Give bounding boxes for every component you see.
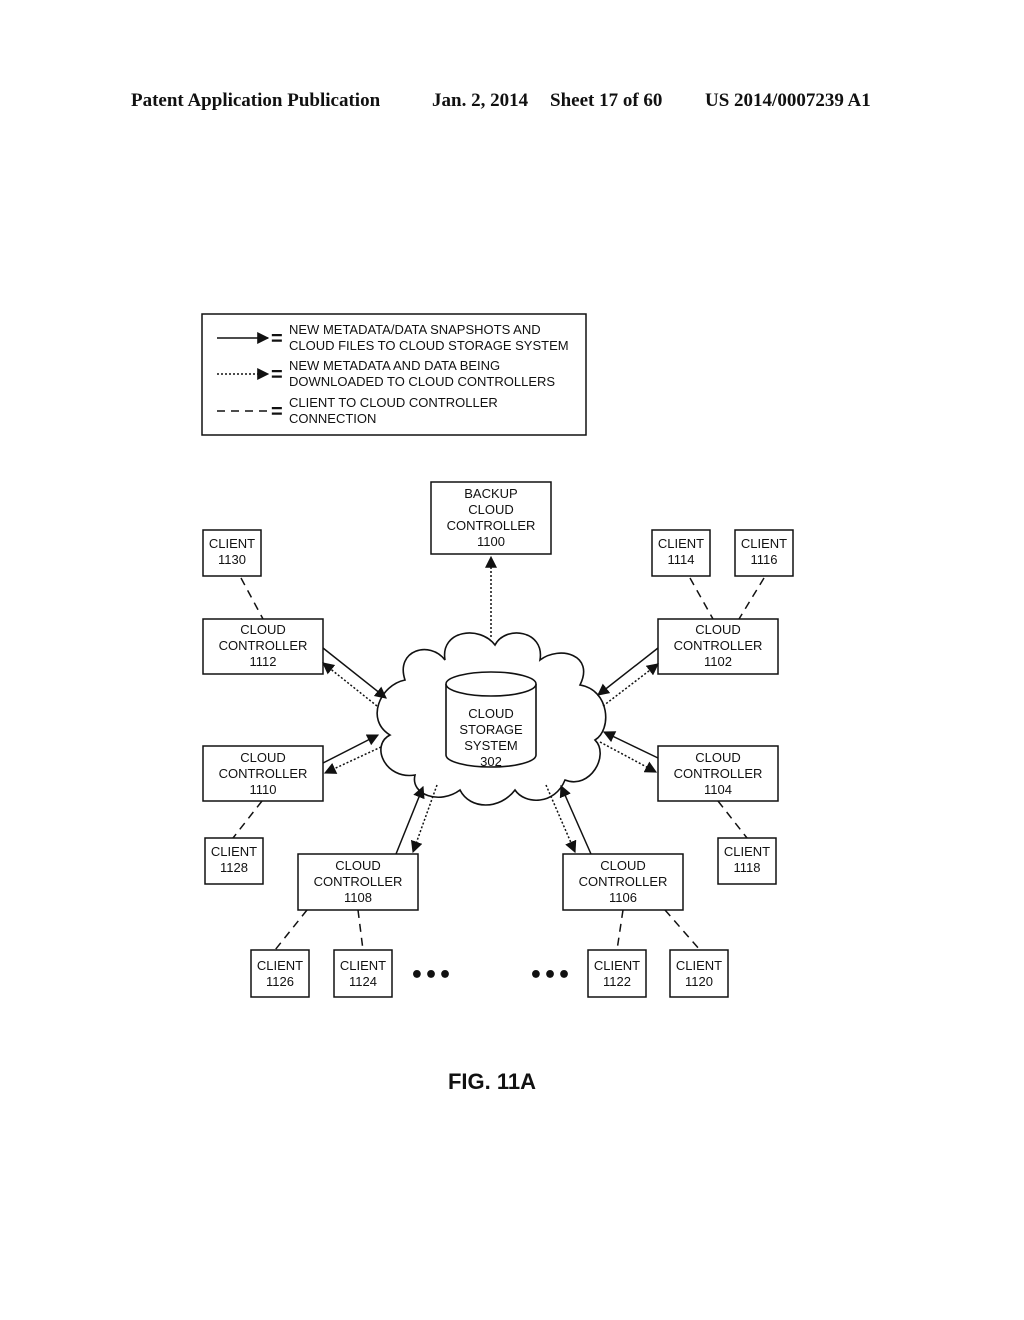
dashed-connection (738, 577, 765, 620)
client-1126: CLIENT 1126 (250, 949, 310, 998)
node-label: CLOUD (240, 622, 286, 637)
legend-equals: = (271, 364, 283, 386)
cloud-controller-1112: CLOUD CONTROLLER 1112 (202, 618, 324, 675)
storage-label: STORAGE (459, 722, 523, 737)
node-label: 1120 (685, 974, 713, 989)
client-1120: CLIENT 1120 (669, 949, 729, 998)
client-1114: CLIENT 1114 (651, 529, 711, 577)
legend-text: CONNECTION (289, 411, 376, 426)
node-label: 1130 (218, 552, 246, 567)
node-label: CLOUD (468, 502, 514, 517)
node-label: CLOUD (240, 750, 286, 765)
solid-arrow (395, 785, 425, 855)
dashed-connection (689, 577, 714, 620)
node-label: CONTROLLER (219, 766, 308, 781)
node-label: CONTROLLER (674, 638, 763, 653)
node-label: 1106 (609, 890, 637, 905)
cloud-controller-1102: CLOUD CONTROLLER 1102 (657, 618, 779, 675)
node-label: CONTROLLER (314, 874, 403, 889)
dashed-connection (274, 909, 308, 951)
client-1128: CLIENT 1128 (204, 837, 264, 885)
node-label: 1118 (734, 860, 761, 875)
legend-equals: = (271, 401, 283, 423)
legend-text: CLIENT TO CLOUD CONTROLLER (289, 395, 498, 410)
cloud-controller-1110: CLOUD CONTROLLER 1110 (202, 745, 324, 802)
node-label: CLOUD (335, 858, 381, 873)
legend: = = = NEW METADATA/DATA SNAPSHOTS AND CL… (201, 313, 587, 436)
node-label: 1116 (751, 552, 778, 567)
node-label: CLIENT (676, 958, 722, 973)
cloud-controller-1104: CLOUD CONTROLLER 1104 (657, 745, 779, 802)
client-1124: CLIENT 1124 (333, 949, 393, 998)
solid-arrow (322, 734, 380, 764)
node-label: 1112 (250, 654, 277, 669)
dashed-connection (717, 800, 748, 839)
node-label: 1122 (603, 974, 631, 989)
dashed-connection (240, 577, 264, 620)
node-label: CLIENT (340, 958, 386, 973)
node-label: 1128 (220, 860, 248, 875)
node-label: CLIENT (724, 844, 770, 859)
solid-arrow (602, 731, 659, 759)
node-label: CONTROLLER (447, 518, 536, 533)
client-1118: CLIENT 1118 (717, 837, 777, 885)
node-label: 1114 (668, 552, 695, 567)
node-label: CLIENT (257, 958, 303, 973)
dashed-connection (232, 800, 263, 839)
node-label: 1108 (344, 890, 372, 905)
node-label: CONTROLLER (579, 874, 668, 889)
dashed-connection (616, 909, 624, 951)
dotted-arrow (323, 746, 382, 774)
dotted-arrow (599, 741, 658, 773)
node-label: 1110 (250, 782, 277, 797)
node-label: CLOUD (695, 750, 741, 765)
node-label: CLIENT (741, 536, 787, 551)
node-label: CLOUD (600, 858, 646, 873)
dashed-connection (664, 909, 701, 951)
storage-label: CLOUD (468, 706, 514, 721)
node-label: CLIENT (594, 958, 640, 973)
storage-cylinder: CLOUD STORAGE SYSTEM 302 (445, 671, 537, 769)
node-label: CLIENT (209, 536, 255, 551)
node-label: 1100 (477, 534, 505, 549)
client-1116: CLIENT 1116 (734, 529, 794, 577)
node-label: 1126 (266, 974, 294, 989)
node-label: BACKUP (464, 486, 517, 501)
backup-controller: BACKUP CLOUD CONTROLLER 1100 (430, 481, 552, 555)
figure-label: FIG. 11A (448, 1069, 536, 1094)
legend-text: DOWNLOADED TO CLOUD CONTROLLERS (289, 374, 555, 389)
dashed-connection (357, 909, 364, 951)
ellipsis-right: ••• (529, 963, 571, 988)
client-1130: CLIENT 1130 (202, 529, 262, 577)
node-label: CLIENT (658, 536, 704, 551)
node-label: 1104 (704, 782, 732, 797)
cloud-controller-1106: CLOUD CONTROLLER 1106 (562, 853, 684, 911)
storage-label: SYSTEM (464, 738, 517, 753)
legend-text: CLOUD FILES TO CLOUD STORAGE SYSTEM (289, 338, 569, 353)
node-label: 1102 (704, 654, 732, 669)
node-label: CONTROLLER (674, 766, 763, 781)
solid-arrow (322, 647, 387, 699)
legend-equals: = (271, 328, 283, 350)
cloud-controller-1108: CLOUD CONTROLLER 1108 (297, 853, 419, 911)
solid-arrow (559, 784, 592, 855)
legend-text: NEW METADATA/DATA SNAPSHOTS AND (289, 322, 541, 337)
diagram: = = = NEW METADATA/DATA SNAPSHOTS AND CL… (201, 313, 794, 1094)
client-1122: CLIENT 1122 (587, 949, 647, 998)
legend-text: NEW METADATA AND DATA BEING (289, 358, 500, 373)
node-label: CONTROLLER (219, 638, 308, 653)
ellipsis-left: ••• (410, 963, 452, 988)
node-label: 1124 (349, 974, 377, 989)
storage-label: 302 (480, 754, 502, 769)
node-label: CLOUD (695, 622, 741, 637)
node-label: CLIENT (211, 844, 257, 859)
